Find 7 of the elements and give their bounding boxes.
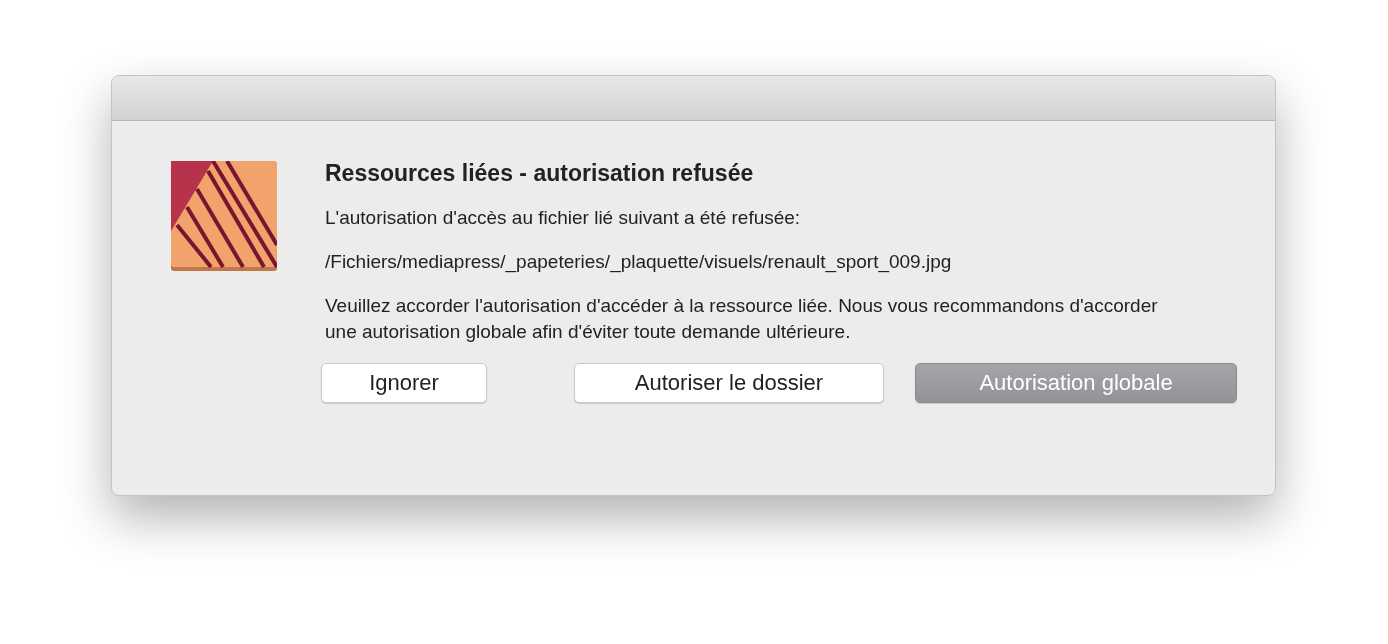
dialog-button[interactable]: Ignorer (321, 363, 487, 403)
dialog-button[interactable]: Autoriser le dossier (574, 363, 884, 403)
app-icon (171, 161, 277, 273)
message-text: L'autorisation d'accès au fichier lié suivant a été refusée: (325, 206, 802, 230)
dialog-title: Ressources liées - autorisation refusée (325, 160, 755, 187)
advice-text: Veuillez accorder l'autorisation d'accéder à la ressource liée. Nous vous recommandons d'accorder une autorisation globale afin d'éviter toute demande ultérieure. (325, 294, 1159, 344)
file-path: /Fichiers/mediapress/_papeteries/_plaquette/visuels/renault_sport_009.jpg (325, 250, 953, 275)
